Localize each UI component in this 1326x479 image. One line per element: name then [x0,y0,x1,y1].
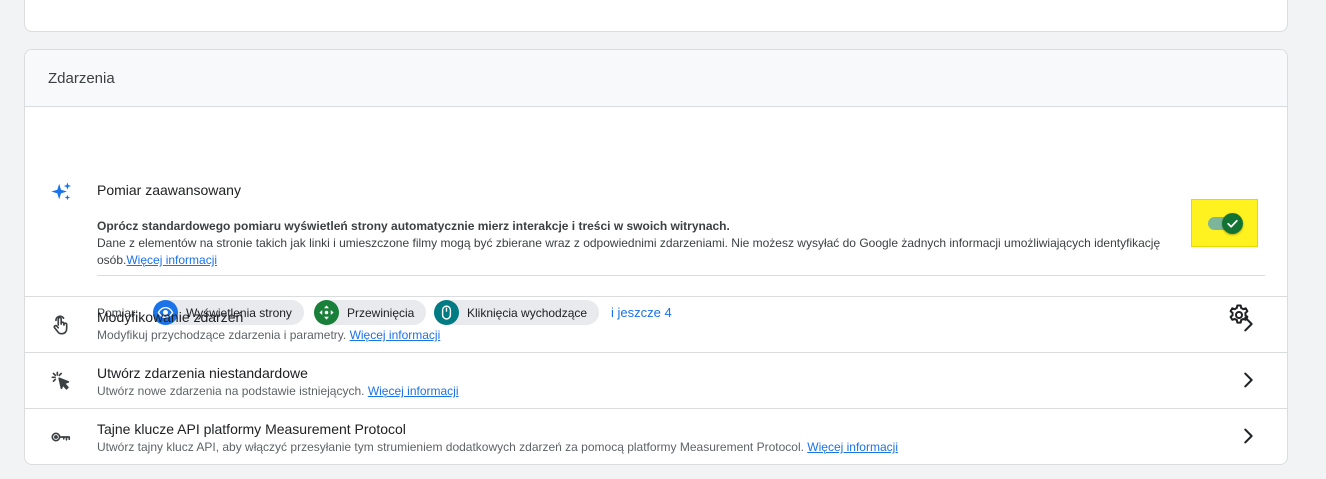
chevron-right-icon [1244,428,1253,444]
previous-section-card [24,0,1288,32]
row-learn-more-link[interactable]: Więcej informacji [350,328,441,342]
cursor-click-icon [51,371,70,390]
row-desc-text: Modyfikuj przychodzące zdarzenia i param… [97,328,347,342]
section-title: Zdarzenia [48,69,115,87]
row-title: Utwórz zdarzenia niestandardowe [97,365,308,381]
enhanced-measurement-title: Pomiar zaawansowany [97,182,241,198]
row-learn-more-link[interactable]: Więcej informacji [807,440,898,454]
check-icon [1226,219,1238,228]
enhanced-learn-more-link[interactable]: Więcej informacji [126,253,217,267]
enhanced-measurement-toggle[interactable] [1207,213,1243,234]
row-description: Utwórz tajny klucz API, aby włączyć prze… [97,440,898,454]
divider [97,275,1265,276]
row-desc-text: Utwórz nowe zdarzenia na podstawie istni… [97,384,365,398]
row-create-custom-events[interactable]: Utwórz zdarzenia niestandardowe Utwórz n… [25,353,1287,409]
chevron-right-icon [1244,316,1253,332]
row-desc-text: Utwórz tajny klucz API, aby włączyć prze… [97,440,804,454]
row-learn-more-link[interactable]: Więcej informacji [368,384,459,398]
row-title: Modyfikowanie zdarzeń [97,309,244,325]
row-measurement-protocol-keys[interactable]: Tajne klucze API platformy Measurement P… [25,409,1287,464]
toggle-highlight [1191,199,1258,247]
section-header: Zdarzenia [25,50,1287,107]
row-description: Utwórz nowe zdarzenia na podstawie istni… [97,384,459,398]
chevron-right-icon [1244,372,1253,388]
toggle-thumb [1221,213,1243,234]
row-description: Modyfikuj przychodzące zdarzenia i param… [97,328,440,342]
enhanced-desc-text: Dane z elementów na stronie takich jak l… [97,236,1161,267]
enhanced-measurement-panel: Pomiar zaawansowany Oprócz standardowego… [25,107,1287,325]
key-icon [51,432,71,442]
events-section-card: Zdarzenia Pomiar zaawansowany Oprócz sta… [24,49,1288,465]
row-title: Tajne klucze API platformy Measurement P… [97,421,406,437]
touch-hand-icon [53,315,68,335]
row-modify-events[interactable]: Modyfikowanie zdarzeń Modyfikuj przychod… [25,297,1287,353]
enhanced-measurement-description: Oprócz standardowego pomiaru wyświetleń … [97,218,1177,269]
enhanced-desc-bold: Oprócz standardowego pomiaru wyświetleń … [97,219,730,233]
sparkle-icon [51,182,72,201]
